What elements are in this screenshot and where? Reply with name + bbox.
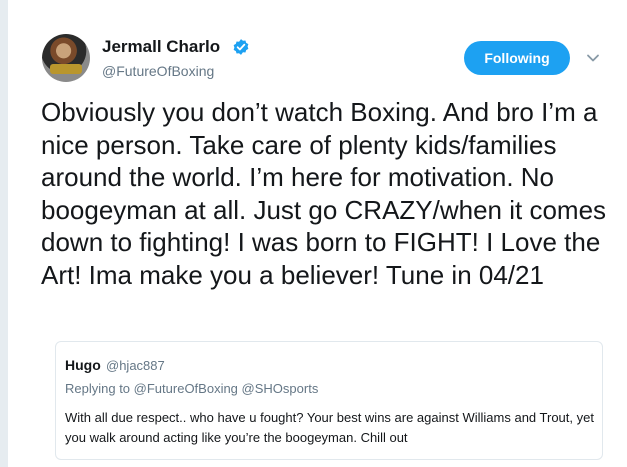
quoted-tweet-text: With all due respect.. who have u fought… xyxy=(65,410,594,445)
following-button[interactable]: Following xyxy=(464,41,570,75)
replying-to-mention-1[interactable]: @FutureOfBoxing xyxy=(134,381,238,396)
quoted-author-handle: @hjac887 xyxy=(106,358,165,373)
quoted-tweet[interactable]: Hugo @hjac887 Replying to @FutureOfBoxin… xyxy=(55,341,603,460)
chevron-down-icon[interactable] xyxy=(586,51,600,65)
author-handle[interactable]: @FutureOfBoxing xyxy=(102,63,214,79)
author-avatar[interactable] xyxy=(42,34,90,82)
tweet-text: Obviously you don’t watch Boxing. And br… xyxy=(41,97,607,290)
avatar-belt-decoration xyxy=(50,64,82,74)
tweet-card: Jermall Charlo @FutureOfBoxing Following… xyxy=(8,0,627,467)
replying-to-label: Replying to xyxy=(65,381,131,396)
author-display-name[interactable]: Jermall Charlo xyxy=(102,37,220,57)
replying-to-mention-2[interactable]: @SHOsports xyxy=(242,381,319,396)
quoted-author-name: Hugo xyxy=(65,357,101,373)
verified-badge-icon xyxy=(233,39,249,55)
replying-to-line: Replying to @FutureOfBoxing @SHOsports xyxy=(65,381,318,396)
